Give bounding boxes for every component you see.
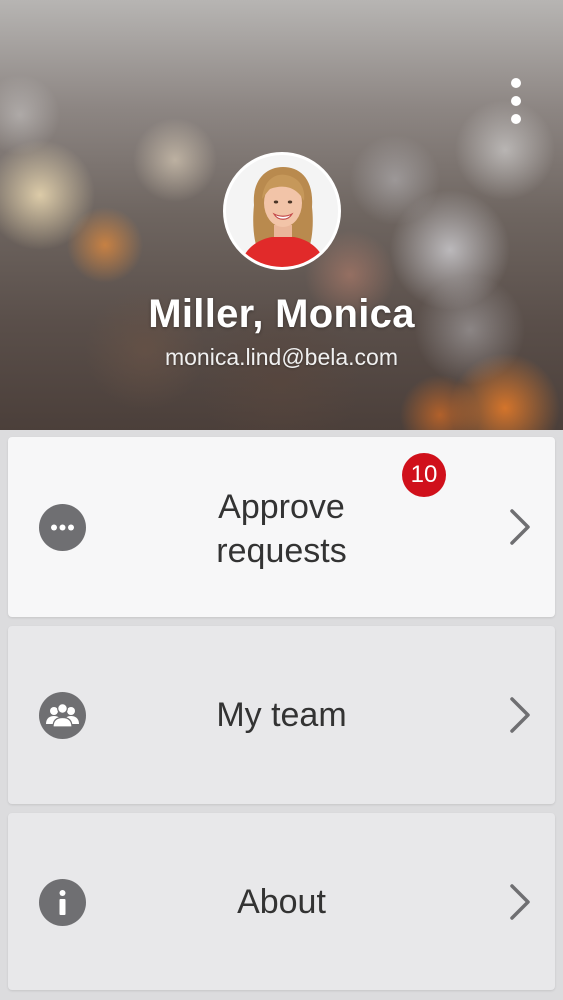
chevron-right-icon [506,695,534,735]
menu-item-my-team[interactable]: My team [8,626,555,804]
menu-item-label: My team [216,696,347,734]
avatar [223,152,341,270]
menu-item-label-line2: requests [216,532,347,570]
menu-item-about[interactable]: About [8,813,555,990]
team-icon [39,692,86,739]
notification-badge: 10 [402,453,446,497]
chevron-right-icon [506,882,534,922]
menu-item-label: Approve requests [128,485,435,573]
info-icon [39,879,86,926]
menu-item-approve-requests[interactable]: Approve requests 10 [8,437,555,617]
more-horizontal-icon [39,504,86,551]
user-name: Miller, Monica [148,292,415,336]
profile-header: Miller, Monica monica.lind@bela.com [0,0,563,430]
more-vertical-icon[interactable] [504,78,528,124]
menu-item-label-line1: Approve [218,488,345,526]
menu-item-label: About [237,883,326,921]
chevron-right-icon [506,507,534,547]
user-email: monica.lind@bela.com [164,344,398,370]
